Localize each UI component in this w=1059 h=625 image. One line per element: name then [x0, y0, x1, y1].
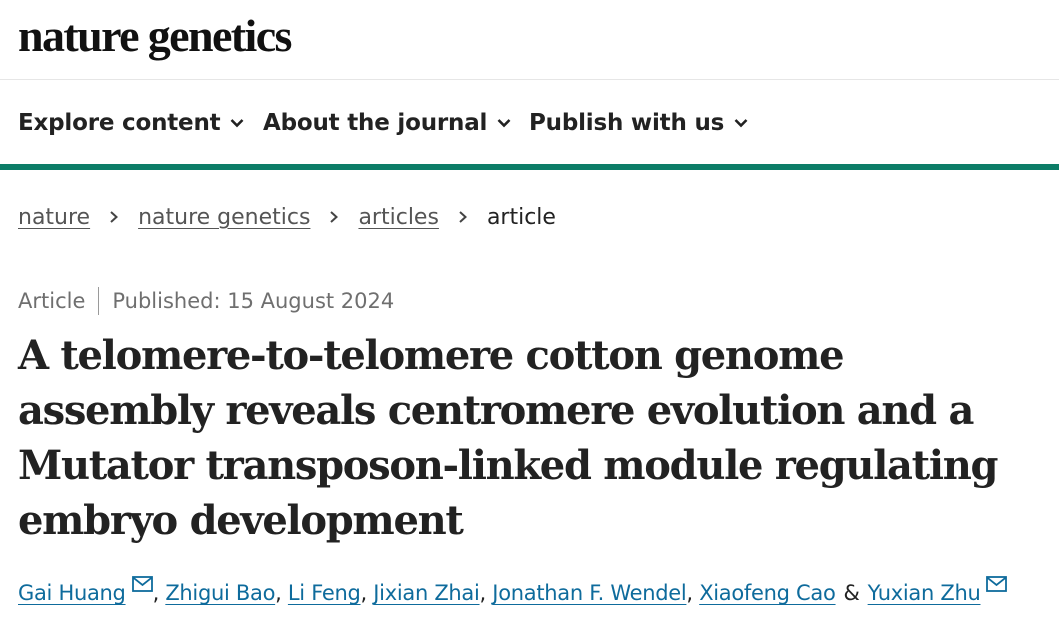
main-navigation: Explore content About the journal Publis… [0, 80, 1059, 170]
breadcrumb-nature[interactable]: nature [18, 205, 90, 230]
article-type: Article [18, 289, 86, 313]
article-meta: Article Published: 15 August 2024 [18, 286, 394, 316]
author-separator: , [152, 581, 166, 605]
chevron-down-icon [230, 118, 244, 128]
breadcrumb: nature nature genetics articles article [18, 202, 556, 232]
mail-icon[interactable] [131, 576, 153, 592]
chevron-right-icon [108, 210, 120, 224]
chevron-down-icon [734, 118, 748, 128]
author-separator: , [686, 581, 700, 605]
breadcrumb-current: article [486, 204, 556, 230]
nav-explore-content[interactable]: Explore content [18, 106, 244, 140]
nav-label: Publish with us [529, 110, 725, 136]
nav-label: Explore content [18, 110, 221, 136]
author-list: Gai Huang, Zhigui Bao, Li Feng, Jixian Z… [18, 575, 1058, 611]
journal-logo[interactable]: nature genetics [18, 8, 292, 64]
article-title: A telomere-to-telomere cotton genome ass… [18, 332, 998, 544]
author-separator: , [275, 581, 288, 605]
author-link[interactable]: Yuxian Zhu [868, 581, 981, 605]
mail-icon[interactable] [986, 576, 1008, 592]
author-link[interactable]: Jonathan F. Wendel [492, 581, 686, 605]
author-joiner: & [843, 581, 860, 605]
nav-publish-with-us[interactable]: Publish with us [529, 106, 748, 140]
author-link[interactable]: Li Feng [288, 581, 361, 605]
chevron-right-icon [457, 210, 469, 224]
chevron-right-icon [328, 210, 340, 224]
published-date: Published: 15 August 2024 [112, 289, 395, 313]
nav-about-journal[interactable]: About the journal [263, 106, 511, 140]
breadcrumb-nature-genetics[interactable]: nature genetics [138, 205, 310, 230]
author-separator: , [479, 581, 493, 605]
site-header: nature genetics [0, 0, 1059, 80]
breadcrumb-articles[interactable]: articles [358, 205, 438, 230]
chevron-down-icon [497, 118, 511, 128]
author-separator: , [360, 581, 374, 605]
author-link[interactable]: Jixian Zhai [373, 581, 480, 605]
nav-label: About the journal [263, 110, 488, 136]
author-link[interactable]: Gai Huang [18, 581, 126, 605]
meta-divider [98, 287, 100, 315]
author-link[interactable]: Xiaofeng Cao [699, 581, 836, 605]
author-link[interactable]: Zhigui Bao [165, 581, 275, 605]
